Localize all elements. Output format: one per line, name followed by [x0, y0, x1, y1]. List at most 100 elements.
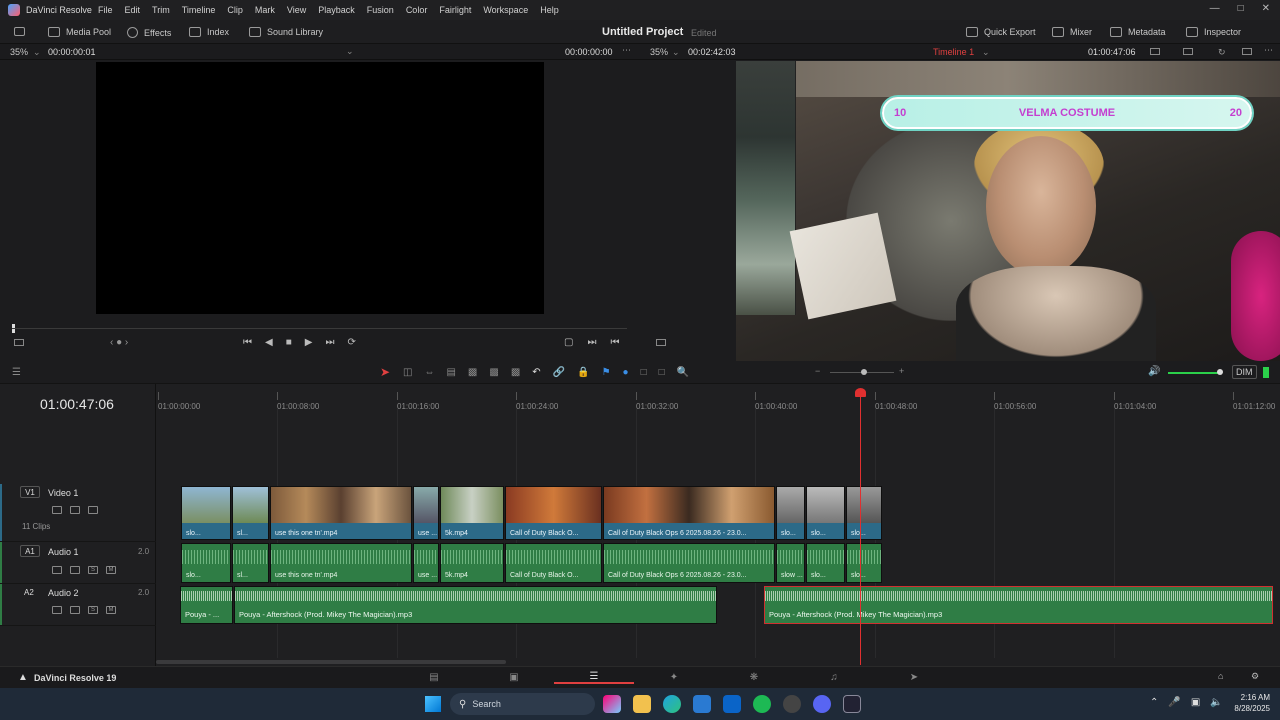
playhead[interactable]	[860, 389, 861, 665]
outlook-icon[interactable]	[723, 695, 741, 713]
chevron-down-icon[interactable]: ⌄	[672, 47, 680, 58]
menu-fusion[interactable]: Fusion	[367, 5, 394, 15]
track-name-a1[interactable]: Audio 1	[48, 547, 79, 557]
menu-file[interactable]: File	[98, 5, 113, 15]
viewer-options-icon[interactable]	[14, 339, 24, 346]
audio-clip[interactable]: use this one tn'.mp4	[270, 543, 412, 583]
timeline-viewer-frame[interactable]: 10 VELMA COSTUME 20	[736, 61, 1280, 361]
insert-clip-icon[interactable]: ▩	[468, 367, 477, 378]
video-clip[interactable]: use this one tn'.mp4	[270, 486, 412, 540]
edge-icon[interactable]	[663, 695, 681, 713]
sync-icon[interactable]: ↻	[1218, 47, 1226, 58]
sound-library-button[interactable]: Sound Library	[249, 27, 323, 37]
selection-tool-icon[interactable]: ➤	[380, 365, 390, 379]
cut-page-icon[interactable]: ▣	[474, 672, 554, 683]
inspector-button[interactable]: Inspector	[1186, 27, 1241, 37]
audio-clip[interactable]: use ...	[413, 543, 439, 583]
fusion-page-icon[interactable]: ✦	[634, 672, 714, 683]
edit-page-icon[interactable]: ☰	[554, 671, 634, 684]
close-icon[interactable]: ✕	[1262, 3, 1270, 14]
menu-mark[interactable]: Mark	[255, 5, 275, 15]
position-lock-icon[interactable]: 🔒	[577, 367, 589, 378]
menu-playback[interactable]: Playback	[318, 5, 355, 15]
chevron-down-icon[interactable]: ⌄	[982, 47, 990, 58]
marker-icon[interactable]: ●	[623, 367, 629, 378]
zoom-custom-icon[interactable]: 🔍	[677, 367, 689, 378]
audio-clip[interactable]: slo...	[806, 543, 845, 583]
file-explorer-icon[interactable]	[633, 695, 651, 713]
stop-icon[interactable]: ■	[286, 337, 292, 348]
lock-track-icon[interactable]	[52, 506, 62, 514]
skip-start-icon[interactable]: ⏮	[243, 337, 252, 348]
obs-icon[interactable]	[783, 695, 801, 713]
chevron-up-icon[interactable]: ⌃	[1150, 697, 1158, 708]
spotify-icon[interactable]	[753, 695, 771, 713]
deliver-page-icon[interactable]: ➤	[874, 672, 954, 683]
zoom-detail-icon[interactable]: □	[659, 367, 665, 378]
clock[interactable]: 2:16 AM 8/28/2025	[1226, 692, 1270, 714]
source-scrub-bar[interactable]	[12, 328, 627, 329]
audio-clip[interactable]: Call of Duty Black O...	[505, 543, 602, 583]
auto-select-icon[interactable]	[70, 566, 80, 574]
flag-icon[interactable]: ⚑	[602, 367, 611, 378]
timeline-viewer-options-icon[interactable]	[656, 339, 666, 346]
solo-icon[interactable]: S	[88, 566, 98, 574]
timeline-ruler[interactable]: 01:00:00:00 01:00:08:00 01:00:16:00 01:0…	[156, 392, 1280, 411]
audio-clip[interactable]: slo...	[846, 543, 882, 583]
track-header-a1[interactable]: A1 Audio 1 2.0 S M	[0, 542, 156, 584]
viewer-mode-icon[interactable]	[1150, 48, 1160, 55]
zoom-slider-handle[interactable]	[861, 369, 867, 375]
quick-export-button[interactable]: Quick Export	[966, 27, 1036, 37]
timeline-view-options-icon[interactable]: ☰	[12, 367, 21, 378]
volume-slider[interactable]	[1168, 372, 1220, 374]
timeline-zoom[interactable]: 35%	[650, 47, 668, 57]
zoom-full-icon[interactable]: □	[641, 367, 647, 378]
davinci-resolve-taskbar-icon[interactable]	[843, 695, 861, 713]
lock-track-icon[interactable]	[52, 566, 62, 574]
zoom-out-icon[interactable]: −	[815, 366, 820, 376]
gear-icon[interactable]: ⚙	[1251, 671, 1259, 682]
menu-trim[interactable]: Trim	[152, 5, 170, 15]
chevron-down-icon[interactable]: ⌄	[33, 47, 41, 58]
auto-select-icon[interactable]	[70, 506, 80, 514]
audio-clip[interactable]: Call of Duty Black Ops 6 2025.08.26 - 23…	[603, 543, 775, 583]
track-badge-v1[interactable]: V1	[20, 486, 40, 498]
trim-tool-icon[interactable]: ◫	[403, 367, 412, 378]
menu-help[interactable]: Help	[540, 5, 559, 15]
menu-color[interactable]: Color	[406, 5, 428, 15]
volume-handle[interactable]	[1217, 369, 1223, 375]
store-icon[interactable]	[693, 695, 711, 713]
source-clip-dropdown-icon[interactable]: ⌄	[346, 46, 354, 57]
viewer-layout-icon[interactable]	[1183, 48, 1193, 55]
source-zoom[interactable]: 35%	[10, 47, 28, 57]
more-options-icon[interactable]: ⋯	[622, 45, 631, 56]
copilot-icon[interactable]	[603, 695, 621, 713]
menu-workspace[interactable]: Workspace	[483, 5, 528, 15]
menu-edit[interactable]: Edit	[125, 5, 141, 15]
video-clip[interactable]: slo...	[806, 486, 845, 540]
track-badge-a2[interactable]: A2	[24, 588, 34, 597]
track-visibility-icon[interactable]	[88, 506, 98, 514]
next-edit-icon[interactable]: ⏭	[587, 337, 596, 348]
dim-button[interactable]: DIM	[1232, 365, 1257, 379]
mute-icon[interactable]: M	[106, 566, 116, 574]
audio-clip[interactable]: slo...	[181, 543, 231, 583]
fairlight-page-icon[interactable]: ♫	[794, 672, 874, 683]
jog-control-icon[interactable]: ‹ ● ›	[110, 337, 128, 348]
mixer-button[interactable]: Mixer	[1052, 27, 1092, 37]
snapping-icon[interactable]: ↶	[532, 367, 540, 378]
windows-start-icon[interactable]	[425, 696, 441, 712]
linked-selection-icon[interactable]: 🔗	[553, 367, 565, 378]
menu-timeline[interactable]: Timeline	[182, 5, 216, 15]
network-icon[interactable]: ▣	[1191, 697, 1200, 708]
blade-tool-icon[interactable]: ▤	[446, 367, 455, 378]
menu-clip[interactable]: Clip	[227, 5, 243, 15]
overwrite-clip-icon[interactable]: ▩	[489, 367, 498, 378]
discord-icon[interactable]	[813, 695, 831, 713]
audio-clip-selected[interactable]: Pouya - Aftershock (Prod. Mikey The Magi…	[764, 586, 1273, 624]
menu-view[interactable]: View	[287, 5, 306, 15]
track-name-a2[interactable]: Audio 2	[48, 588, 79, 598]
media-pool-button[interactable]: Media Pool	[48, 27, 111, 37]
more-options-icon[interactable]: ⋯	[1264, 45, 1273, 56]
track-header-v1[interactable]: V1 Video 1 11 Clips	[0, 484, 156, 542]
